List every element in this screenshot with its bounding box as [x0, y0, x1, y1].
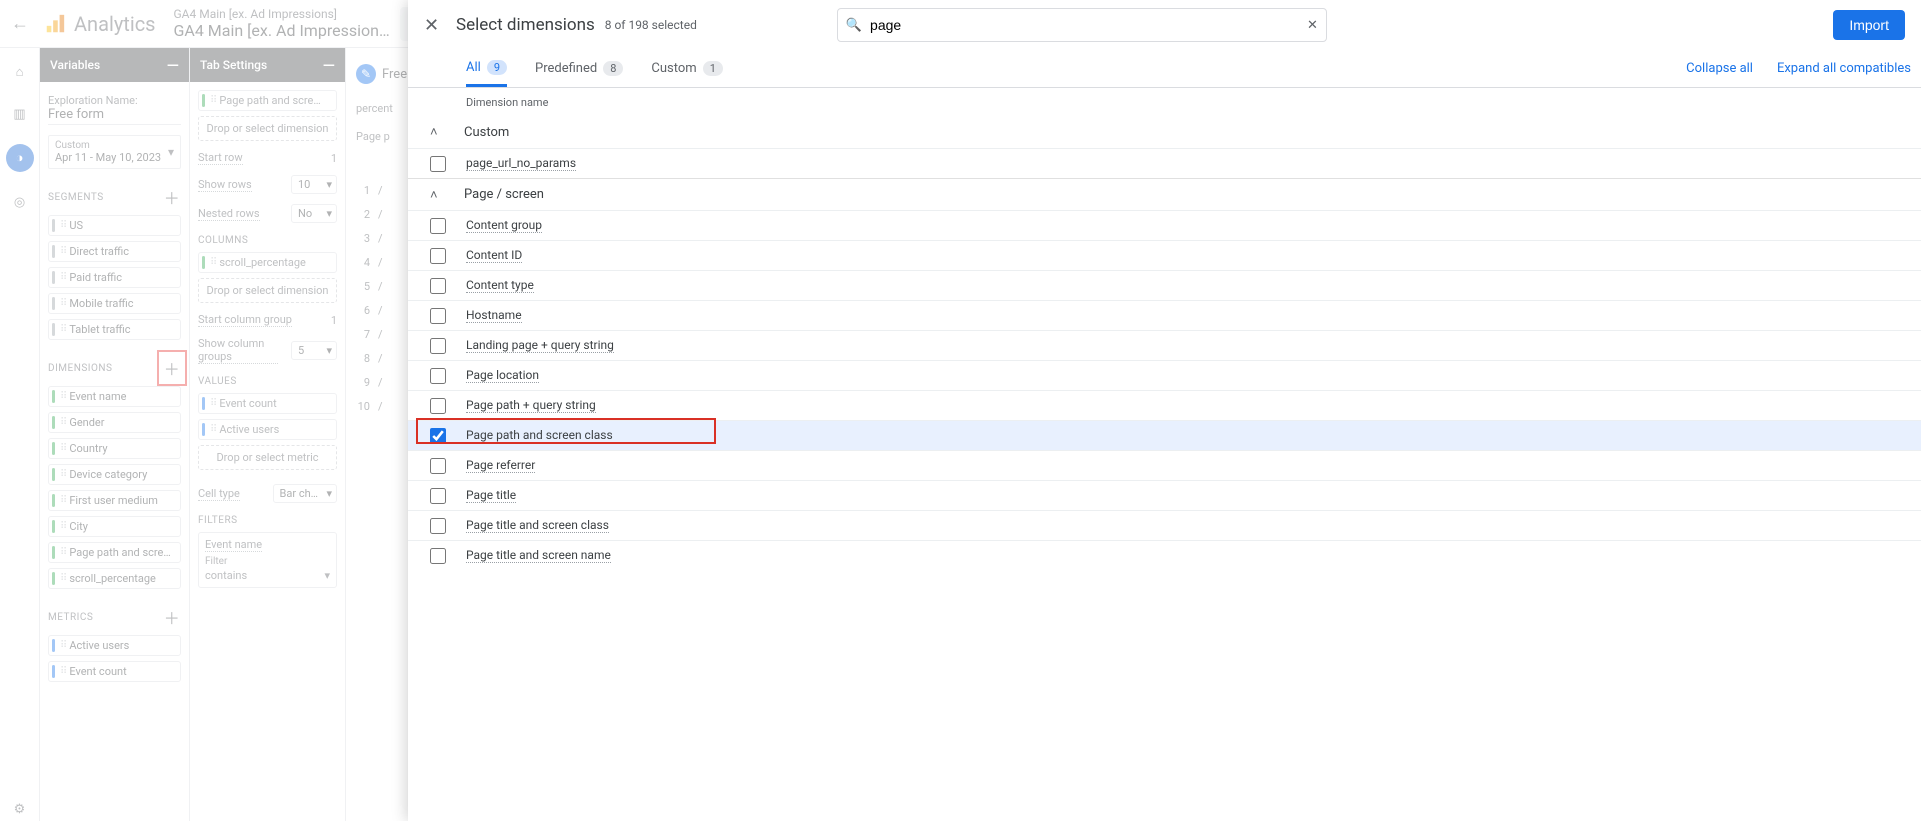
dimension-checkbox[interactable]	[430, 398, 446, 414]
dimension-name: Page referrer	[466, 458, 535, 473]
dimension-checkbox[interactable]	[430, 156, 446, 172]
dimension-row[interactable]: Content group	[408, 210, 1921, 240]
dimension-name: Page path and screen class	[466, 428, 613, 443]
tab-all[interactable]: All 9	[466, 50, 507, 87]
chevron-up-icon: ˄	[430, 187, 454, 203]
dimension-name: Content ID	[466, 248, 522, 263]
dialog-search-input[interactable]	[862, 17, 1307, 33]
dimension-checkbox[interactable]	[430, 218, 446, 234]
dimension-row[interactable]: Page path and screen class	[408, 420, 1921, 450]
dimension-group-row[interactable]: ˄ Custom	[408, 116, 1921, 148]
group-name: Page / screen	[464, 187, 544, 202]
tab-custom[interactable]: Custom 1	[651, 50, 722, 87]
tab-predefined[interactable]: Predefined 8	[535, 50, 623, 87]
tab-predefined-count: 8	[603, 61, 623, 76]
dimension-row[interactable]: Page path + query string	[408, 390, 1921, 420]
dimension-name: Page title	[466, 488, 516, 503]
dialog-subtitle: 8 of 198 selected	[605, 18, 697, 32]
dimension-checkbox[interactable]	[430, 428, 446, 444]
search-icon: 🔍	[846, 18, 862, 33]
close-icon[interactable]: ✕	[424, 15, 452, 36]
dimension-row[interactable]: Content ID	[408, 240, 1921, 270]
dimension-name: Hostname	[466, 308, 522, 323]
dimension-checkbox[interactable]	[430, 548, 446, 564]
dimension-checkbox[interactable]	[430, 248, 446, 264]
dimension-checkbox[interactable]	[430, 458, 446, 474]
dimension-row[interactable]: Page referrer	[408, 450, 1921, 480]
dimension-row[interactable]: Page title and screen name	[408, 540, 1921, 570]
tab-all-label: All	[466, 60, 481, 75]
dimension-row[interactable]: Landing page + query string	[408, 330, 1921, 360]
dimension-name: Page location	[466, 368, 539, 383]
dimension-name: Page path + query string	[466, 398, 596, 413]
dimension-name: Content group	[466, 218, 542, 233]
dimension-row[interactable]: Page title	[408, 480, 1921, 510]
dimension-name: Landing page + query string	[466, 338, 614, 353]
dimension-name: page_url_no_params	[466, 156, 576, 171]
dimension-checkbox[interactable]	[430, 338, 446, 354]
dimension-checkbox[interactable]	[430, 278, 446, 294]
dimension-row[interactable]: page_url_no_params	[408, 148, 1921, 178]
dimension-group-row[interactable]: ˄ Page / screen	[408, 178, 1921, 210]
collapse-all-link[interactable]: Collapse all	[1686, 61, 1753, 76]
group-name: Custom	[464, 125, 509, 140]
clear-search-icon[interactable]: ✕	[1307, 18, 1318, 33]
dimension-name: Content type	[466, 278, 534, 293]
select-dimensions-dialog: ✕ Select dimensions 8 of 198 selected 🔍 …	[408, 0, 1921, 821]
dimension-checkbox[interactable]	[430, 518, 446, 534]
tab-all-count: 9	[487, 60, 507, 75]
dimension-row[interactable]: Page title and screen class	[408, 510, 1921, 540]
tab-custom-label: Custom	[651, 61, 696, 76]
dialog-title: Select dimensions	[456, 15, 595, 35]
dimension-name: Page title and screen class	[466, 518, 609, 533]
dimension-row[interactable]: Page location	[408, 360, 1921, 390]
dimension-row[interactable]: Hostname	[408, 300, 1921, 330]
dimension-checkbox[interactable]	[430, 488, 446, 504]
dimension-checkbox[interactable]	[430, 308, 446, 324]
import-button[interactable]: Import	[1833, 10, 1905, 40]
dialog-search[interactable]: 🔍 ✕	[837, 8, 1327, 42]
dimension-name-column-header: Dimension name	[408, 88, 1921, 116]
dimension-checkbox[interactable]	[430, 368, 446, 384]
chevron-up-icon: ˄	[430, 124, 454, 140]
dimension-row[interactable]: Content type	[408, 270, 1921, 300]
tab-predefined-label: Predefined	[535, 61, 597, 76]
dimension-name: Page title and screen name	[466, 548, 611, 563]
tab-custom-count: 1	[703, 61, 723, 76]
expand-all-link[interactable]: Expand all compatibles	[1777, 61, 1911, 76]
